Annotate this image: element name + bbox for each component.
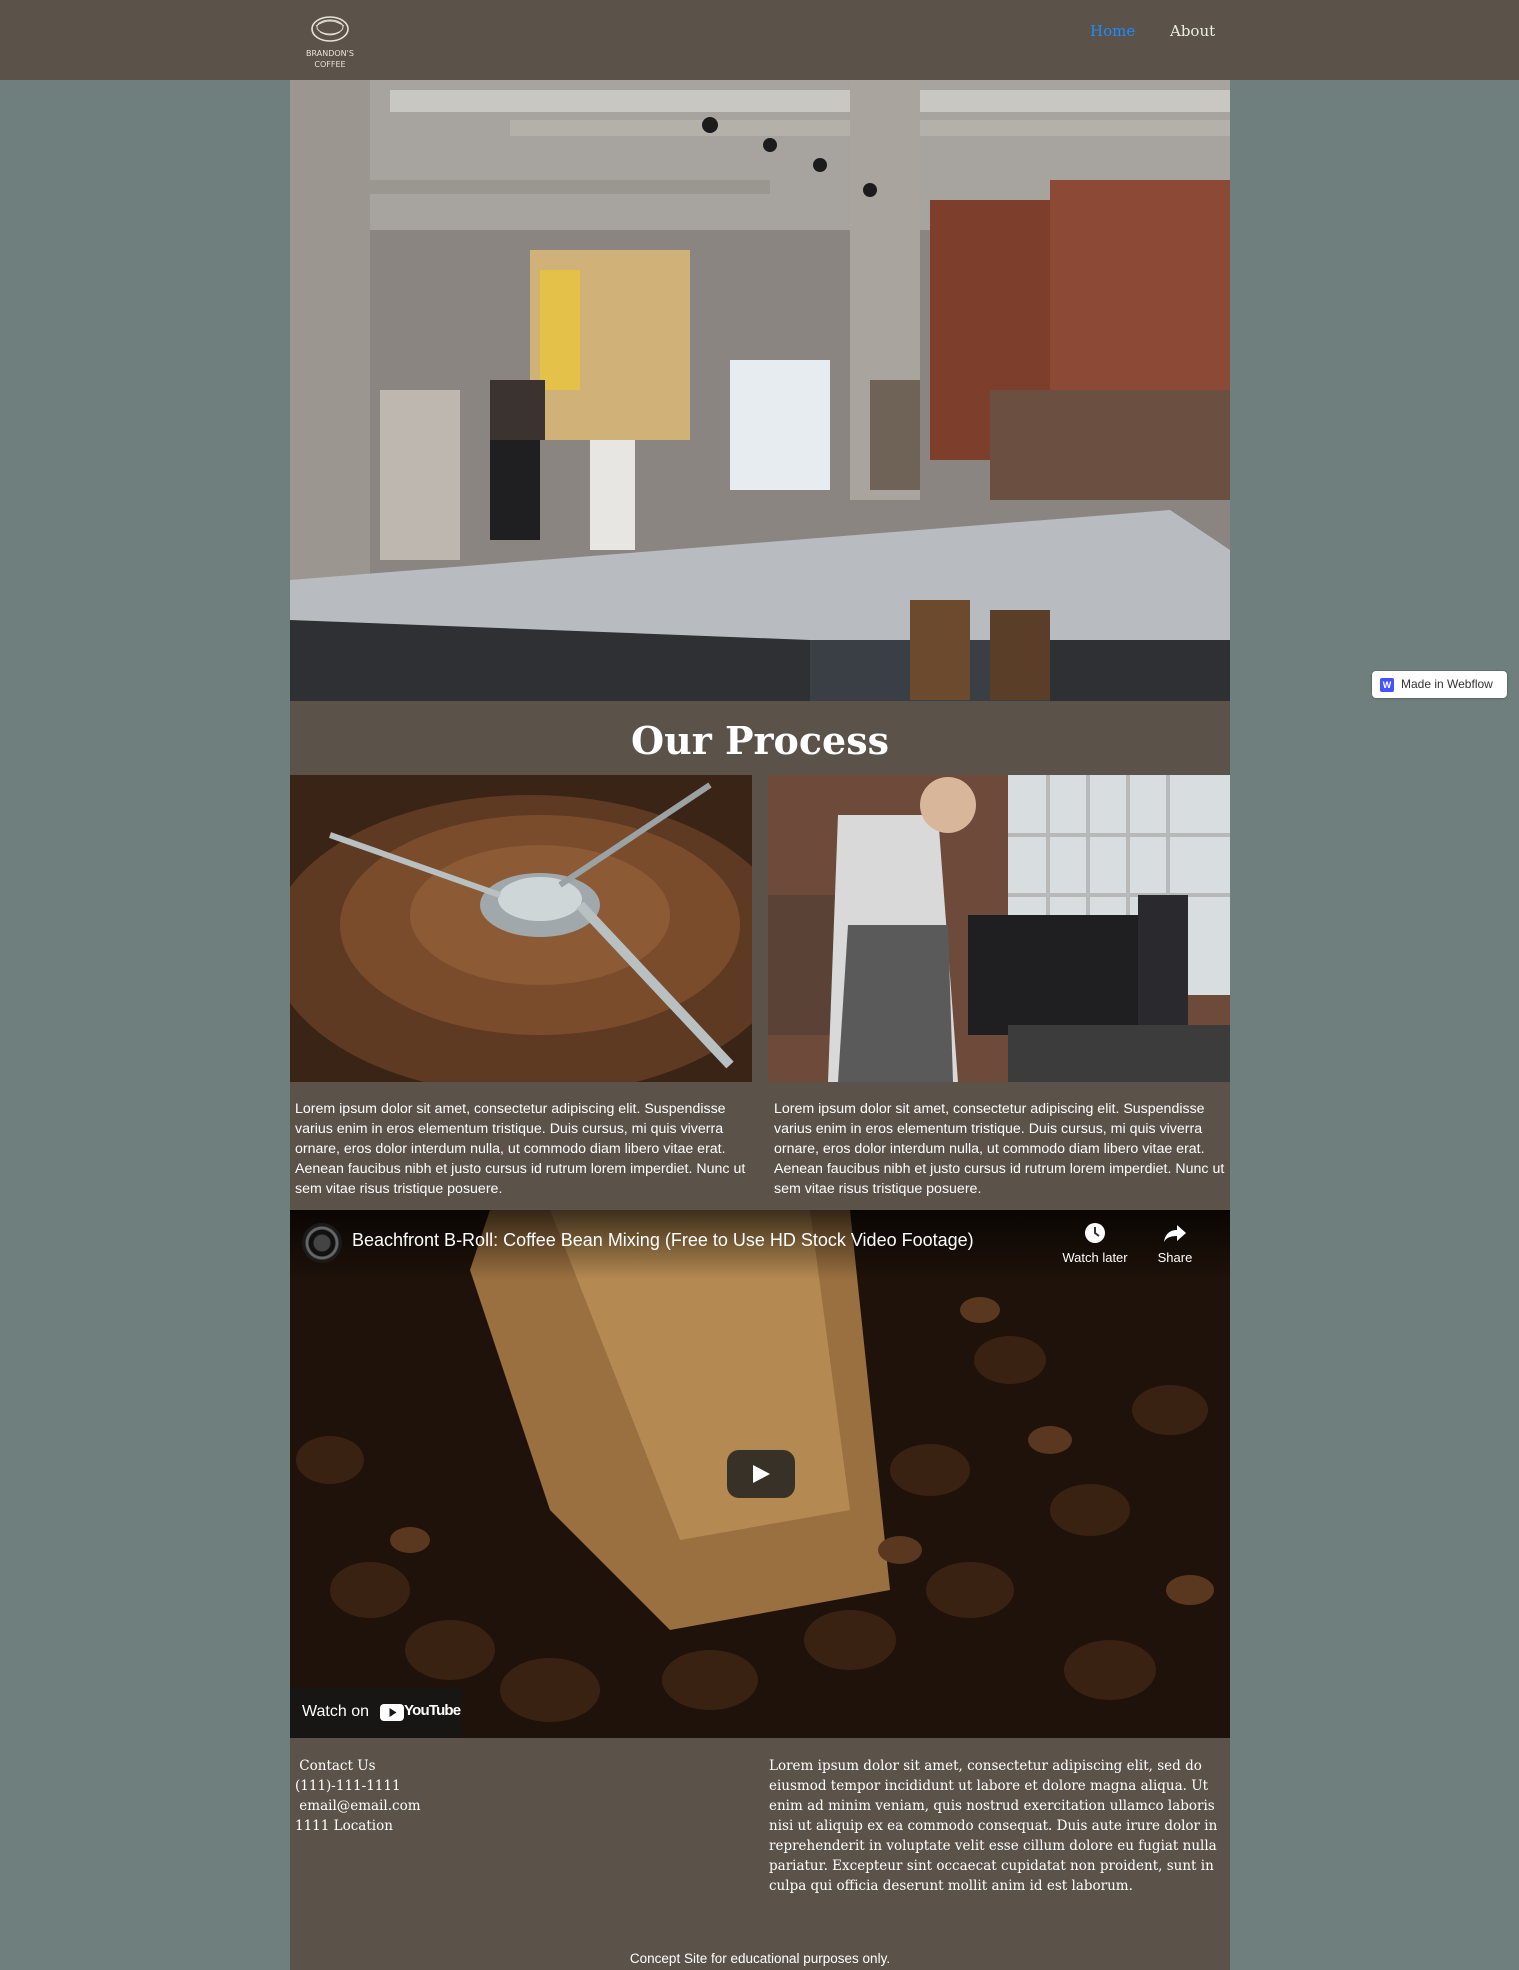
- nav-link-about[interactable]: About: [1170, 22, 1215, 40]
- webflow-icon: W: [1380, 678, 1394, 692]
- coffee-cup-logo-icon: [311, 16, 349, 42]
- play-icon: [753, 1465, 770, 1483]
- youtube-logo-icon: [380, 1704, 404, 1721]
- youtube-video-embed[interactable]: Beachfront B-Roll: Coffee Bean Mixing (F…: [290, 1210, 1230, 1738]
- main-content: Our Process Lorem ipsum dolor sit amet, …: [290, 80, 1230, 1970]
- clock-icon: [1085, 1223, 1105, 1243]
- video-title[interactable]: Beachfront B-Roll: Coffee Bean Mixing (F…: [352, 1230, 974, 1251]
- contact-block: Contact Us (111)-111-1111 email@email.co…: [295, 1756, 421, 1836]
- logo-line-1: BRANDON'S: [306, 49, 354, 58]
- share-label: Share: [1157, 1250, 1193, 1265]
- process-text-left: Lorem ipsum dolor sit amet, consectetur …: [295, 1101, 746, 1197]
- hero-cafe-image: [290, 80, 1230, 701]
- contact-title: Contact Us: [295, 1758, 376, 1774]
- logo-text: BRANDON'S COFFEE: [300, 48, 360, 70]
- channel-avatar[interactable]: [302, 1223, 342, 1263]
- webflow-badge-label: Made in Webflow: [1401, 677, 1493, 691]
- contact-email: email@email.com: [295, 1798, 421, 1814]
- youtube-wordmark: YouTube: [404, 1702, 461, 1719]
- brand-logo[interactable]: BRANDON'S COFFEE: [300, 10, 360, 72]
- logo-line-2: COFFEE: [314, 60, 346, 69]
- contact-phone: (111)-111-1111: [295, 1778, 401, 1794]
- watch-on-label: Watch on: [302, 1703, 369, 1720]
- coffee-roaster-image: [290, 775, 752, 1082]
- footer-paragraph: Lorem ipsum dolor sit amet, consectetur …: [769, 1758, 1218, 1894]
- watch-on-youtube-button[interactable]: Watch on YouTube: [290, 1688, 462, 1738]
- footer-note: Concept Site for educational purposes on…: [629, 1951, 891, 1966]
- process-text-right: Lorem ipsum dolor sit amet, consectetur …: [774, 1101, 1225, 1197]
- nav-link-home[interactable]: Home: [1090, 22, 1135, 40]
- play-button[interactable]: [727, 1450, 795, 1498]
- watch-later-label: Watch later: [1062, 1250, 1128, 1265]
- share-arrow-icon: [1164, 1225, 1186, 1242]
- share-button[interactable]: Share: [1135, 1218, 1215, 1265]
- contact-location: 1111 Location: [295, 1818, 393, 1834]
- navbar: BRANDON'S COFFEE Home About: [0, 0, 1519, 80]
- watch-later-button[interactable]: Watch later: [1055, 1218, 1135, 1265]
- made-in-webflow-badge[interactable]: W Made in Webflow: [1372, 671, 1507, 698]
- barista-image: [768, 775, 1230, 1082]
- our-process-heading: Our Process: [630, 718, 890, 763]
